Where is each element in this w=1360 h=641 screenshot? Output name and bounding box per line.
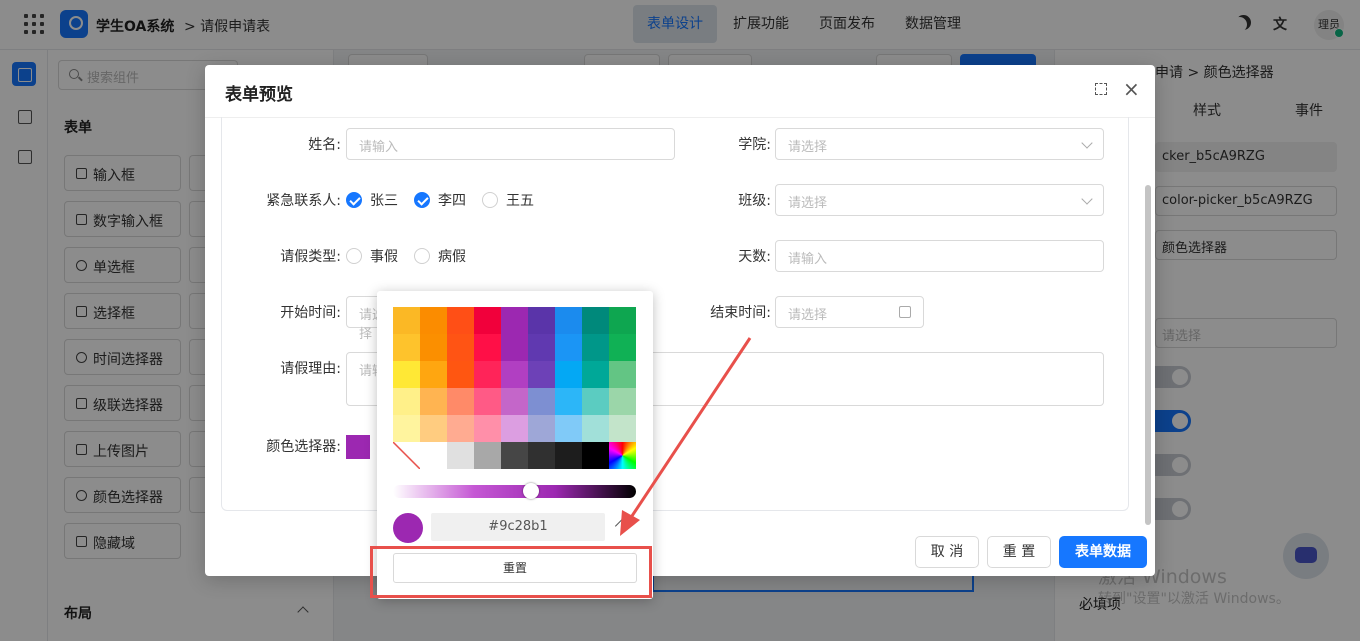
annotation-arrow (620, 337, 752, 536)
